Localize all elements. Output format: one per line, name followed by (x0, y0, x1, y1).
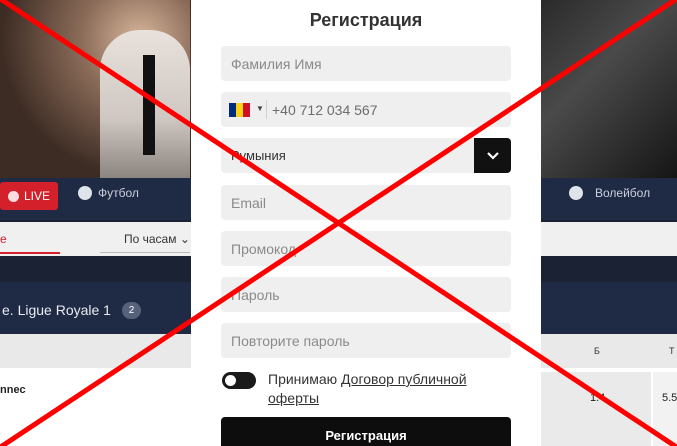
country-select[interactable]: Румыния (221, 138, 511, 173)
registration-modal: Регистрация ▼ +40 712 034 567 Румыния Пр… (191, 0, 541, 446)
agree-toggle[interactable] (222, 372, 256, 389)
register-button[interactable]: Регистрация (221, 417, 511, 446)
team-name: nnec (0, 384, 26, 396)
email-field[interactable] (221, 185, 511, 220)
sport-label-football: Футбол (98, 186, 139, 200)
odd-cell-t[interactable] (653, 372, 677, 446)
filter-tab-underline (0, 252, 60, 254)
select-toggle-button[interactable] (474, 138, 511, 173)
repeat-password-field[interactable] (221, 323, 511, 358)
filter-tab-active[interactable]: е (0, 232, 7, 246)
caret-down-icon[interactable]: ▼ (256, 104, 264, 113)
phone-separator (266, 100, 267, 119)
phone-value[interactable]: +40 712 034 567 (272, 92, 378, 127)
password-field[interactable] (221, 277, 511, 312)
chevron-down-icon: ⌄ (179, 232, 190, 246)
country-value: Румыния (231, 148, 286, 163)
sort-dropdown[interactable]: По часам ⌄ (124, 232, 190, 246)
live-dot-icon (7, 190, 19, 202)
volleyball-icon (569, 186, 583, 200)
agree-text: Принимаю Договор публичной оферты (268, 370, 518, 408)
column-header-t: Т (669, 346, 675, 356)
live-label: LIVE (23, 189, 50, 203)
league-title[interactable]: e. Ligue Royale 1 (2, 302, 111, 318)
sport-item-volleyball[interactable]: Волейбол (569, 186, 650, 200)
sport-label-volleyball: Волейбол (595, 186, 651, 200)
sort-underline (100, 252, 190, 253)
hero-right-image (541, 0, 677, 178)
odd-cell-b[interactable] (541, 372, 651, 446)
league-count-badge: 2 (122, 302, 141, 319)
agree-label: Принимаю (268, 371, 342, 387)
odd-value-b: 1.4 (590, 392, 606, 404)
odd-value-t: 5.5 (662, 392, 677, 404)
phone-field[interactable]: ▼ +40 712 034 567 (221, 92, 511, 127)
toggle-knob (225, 375, 236, 386)
column-header-b: Б (594, 346, 600, 356)
sort-label: По часам (124, 232, 177, 246)
live-button[interactable]: LIVE (0, 182, 58, 210)
chevron-down-icon (486, 151, 499, 160)
promo-code-field[interactable] (221, 231, 511, 266)
modal-title: Регистрация (309, 10, 423, 30)
romania-flag-icon[interactable] (229, 103, 250, 117)
soccer-ball-icon (78, 186, 92, 200)
full-name-field[interactable] (221, 46, 511, 81)
sport-item-football[interactable]: Футбол (78, 186, 139, 200)
hero-tie-image (143, 55, 155, 155)
